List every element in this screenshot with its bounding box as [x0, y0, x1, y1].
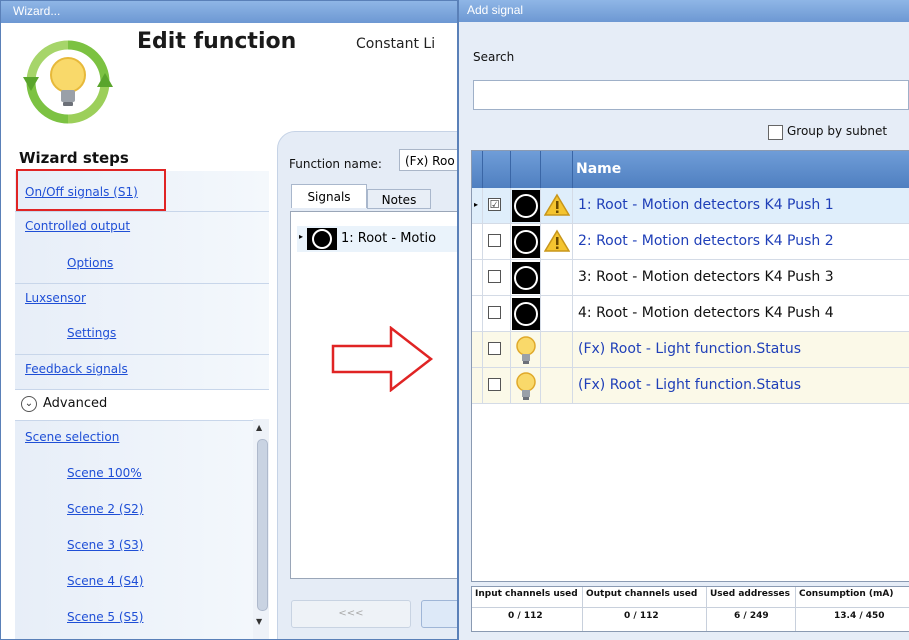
function-name-label: Function name:: [289, 157, 382, 171]
row-label: 4: Root - Motion detectors K4 Push 4: [578, 305, 834, 321]
divider: [510, 188, 511, 404]
row-checkbox[interactable]: [488, 378, 501, 391]
table-row[interactable]: 3: Root - Motion detectors K4 Push 3: [472, 260, 909, 296]
divider: [706, 587, 707, 631]
light-bulb-icon: [516, 372, 536, 400]
row-label: (Fx) Root - Light function.Status: [578, 341, 802, 357]
light-bulb-icon: [516, 336, 536, 364]
warning-icon: [544, 229, 570, 252]
header-cell: [482, 151, 511, 188]
search-input[interactable]: [473, 80, 909, 110]
tab-signals[interactable]: Signals: [291, 184, 367, 208]
motion-detector-icon: [512, 190, 540, 222]
row-checkbox[interactable]: [488, 270, 501, 283]
step-feedback-signals[interactable]: Feedback signals: [25, 362, 128, 376]
row-checkbox[interactable]: [488, 342, 501, 355]
divider: [540, 188, 541, 404]
list-item[interactable]: ▸ 1: Root - Motio: [297, 226, 457, 252]
input-channels-header: Input channels used: [475, 589, 578, 599]
advanced-label: Advanced: [43, 396, 108, 411]
steps-scrollbar-thumb[interactable]: [257, 439, 268, 611]
wizard-window: Wizard... Edit function Constant Li Wiza…: [0, 0, 458, 640]
row-label: (Fx) Root - Light function.Status: [578, 377, 802, 393]
arrow-right-icon: [331, 326, 434, 392]
function-type-label: Constant Li: [356, 36, 436, 52]
step-scene-2[interactable]: Scene 2 (S2): [67, 502, 143, 516]
function-name-field[interactable]: (Fx) Roo: [399, 149, 457, 171]
header-cell: [540, 151, 573, 188]
step-scene-4[interactable]: Scene 4 (S4): [67, 574, 143, 588]
step-scene-5[interactable]: Scene 5 (S5): [67, 610, 143, 624]
used-addresses-value: 6 / 249: [734, 611, 769, 621]
search-label: Search: [473, 50, 515, 64]
row-pointer-icon: ▸: [299, 232, 304, 241]
divider: [795, 587, 796, 631]
motion-detector-icon: [512, 298, 540, 330]
dialog-title-bar: Add signal: [459, 0, 909, 22]
wizard-window-title: Wizard...: [13, 4, 61, 18]
dialog-title: Add signal: [467, 3, 524, 17]
table-row[interactable]: 4: Root - Motion detectors K4 Push 4: [472, 296, 909, 332]
row-checkbox[interactable]: [488, 306, 501, 319]
divider: [572, 188, 573, 404]
table-row[interactable]: (Fx) Root - Light function.Status: [472, 368, 909, 404]
row-label: 1: Root - Motion detectors K4 Push 1: [578, 197, 834, 213]
annotation-highlight: [16, 169, 166, 211]
row-pointer-icon: ▸: [474, 200, 479, 209]
advanced-toggle[interactable]: ⌄ Advanced: [15, 389, 269, 421]
table-row[interactable]: (Fx) Root - Light function.Status: [472, 332, 909, 368]
group-by-subnet-label: Group by subnet: [787, 124, 888, 138]
light-function-logo-icon: [23, 40, 113, 124]
group-by-subnet-checkbox[interactable]: [768, 125, 783, 140]
motion-detector-icon: [512, 226, 540, 258]
divider: [15, 354, 269, 355]
chevron-down-icon: ⌄: [21, 396, 37, 412]
step-options[interactable]: Options: [67, 256, 113, 270]
warning-icon: [544, 193, 570, 216]
step-scene-3[interactable]: Scene 3 (S3): [67, 538, 143, 552]
tab-notes[interactable]: Notes: [367, 189, 431, 209]
motion-detector-icon: [307, 228, 337, 250]
consumption-header: Consumption (mA): [799, 589, 894, 599]
used-addresses-header: Used addresses: [710, 589, 791, 599]
grid-header: Name: [472, 151, 909, 188]
scroll-up-icon[interactable]: ▲: [256, 423, 262, 432]
signal-label: 1: Root - Motio: [341, 231, 437, 246]
step-luxsensor[interactable]: Luxsensor: [25, 291, 86, 305]
step-scene-selection[interactable]: Scene selection: [25, 430, 119, 444]
row-label: 2: Root - Motion detectors K4 Push 2: [578, 233, 834, 249]
input-channels-value: 0 / 112: [508, 611, 543, 621]
signals-grid: Name ▸ ☑ 1: Root - Motion detectors K4 P…: [471, 150, 909, 582]
divider: [15, 211, 269, 212]
back-button[interactable]: <<<: [291, 600, 411, 628]
motion-detector-icon: [512, 262, 540, 294]
usage-summary: Input channels used Output channels used…: [471, 586, 909, 632]
divider: [582, 587, 583, 631]
output-channels-value: 0 / 112: [624, 611, 659, 621]
divider: [482, 188, 483, 404]
column-header-name[interactable]: Name: [576, 161, 621, 177]
step-scene-100[interactable]: Scene 100%: [67, 466, 142, 480]
divider: [15, 283, 269, 284]
page-title: Edit function: [137, 29, 297, 54]
row-checkbox[interactable]: [488, 234, 501, 247]
scroll-down-icon[interactable]: ▼: [256, 617, 262, 626]
wizard-title-bar: Wizard...: [1, 1, 457, 23]
row-checkbox[interactable]: ☑: [488, 198, 501, 211]
next-button[interactable]: [421, 600, 457, 628]
consumption-value: 13.4 / 450: [834, 611, 885, 621]
step-settings[interactable]: Settings: [67, 326, 116, 340]
output-channels-header: Output channels used: [586, 589, 698, 599]
wizard-steps-heading: Wizard steps: [19, 149, 129, 167]
row-label: 3: Root - Motion detectors K4 Push 3: [578, 269, 834, 285]
table-row[interactable]: ▸ ☑ 1: Root - Motion detectors K4 Push 1: [472, 188, 909, 224]
step-controlled-output[interactable]: Controlled output: [25, 219, 130, 233]
divider: [472, 607, 909, 608]
signals-list: [290, 211, 457, 579]
add-signal-dialog: Add signal Search Group by subnet Name ▸…: [458, 0, 909, 640]
table-row[interactable]: 2: Root - Motion detectors K4 Push 2: [472, 224, 909, 260]
header-cell: [510, 151, 541, 188]
